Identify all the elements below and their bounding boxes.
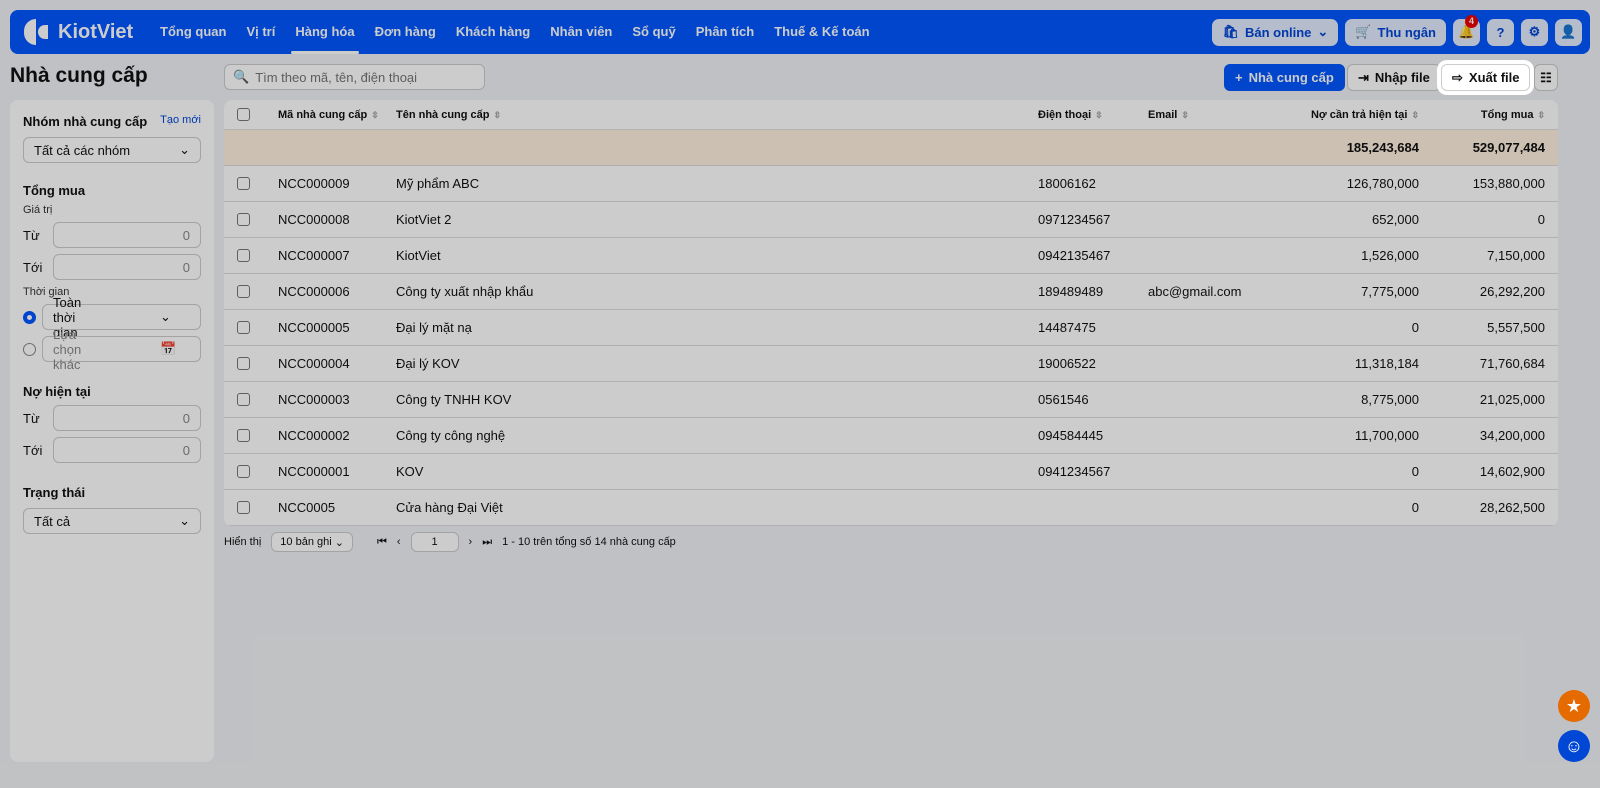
export-icon: ⇨ <box>1452 69 1463 85</box>
dim-overlay <box>0 0 1600 788</box>
export-file-button[interactable]: ⇨ Xuất file <box>1441 64 1531 91</box>
export-label: Xuất file <box>1468 70 1520 85</box>
support-icon: ☺ <box>1564 735 1584 756</box>
support-button[interactable]: ☺ <box>1558 730 1590 762</box>
star-icon: ★ <box>1565 695 1583 716</box>
favorite-button[interactable]: ★ <box>1558 690 1590 722</box>
